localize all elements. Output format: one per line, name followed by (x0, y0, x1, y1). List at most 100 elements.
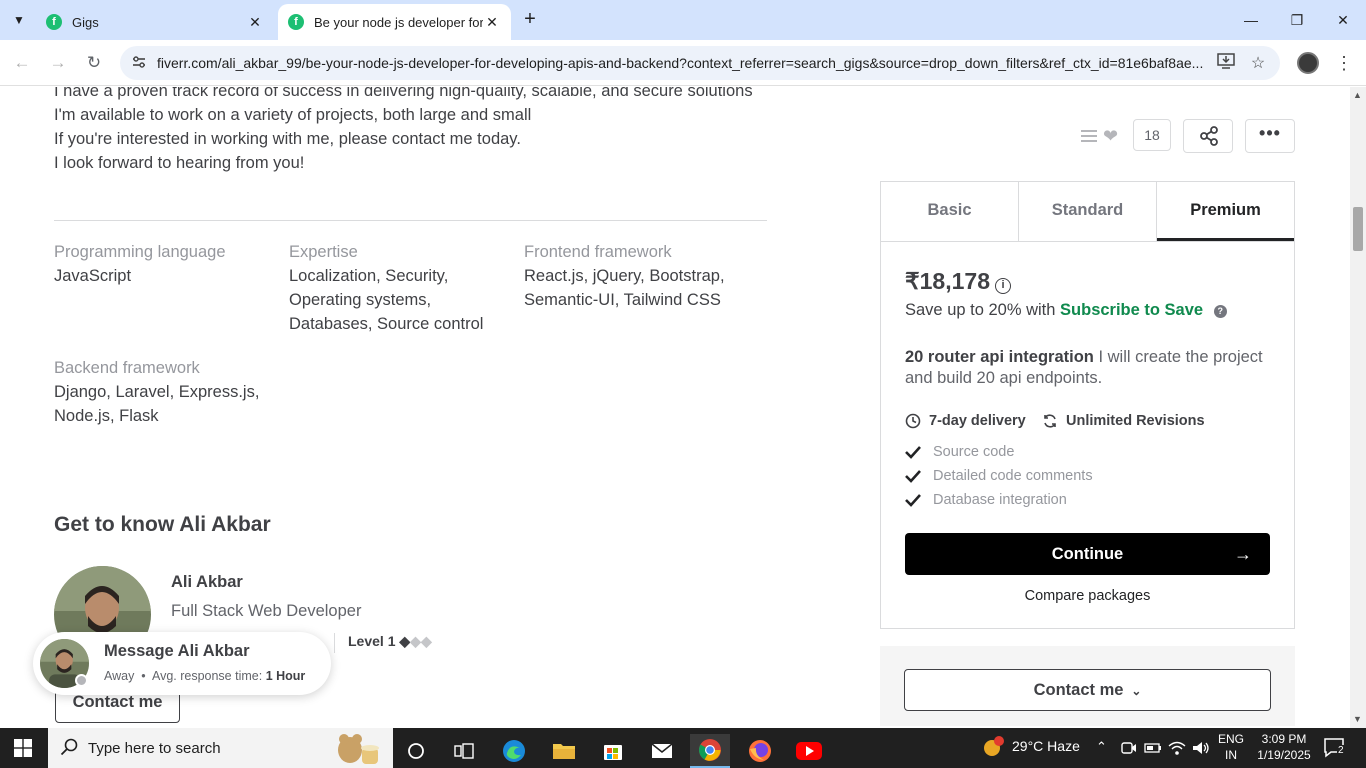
message-title: Message Ali Akbar (104, 642, 250, 660)
away-status-dot (75, 674, 88, 687)
site-settings-icon[interactable] (130, 54, 148, 72)
profile-avatar-icon[interactable] (1297, 52, 1319, 74)
package-tabs: Basic Standard Premium (881, 182, 1294, 242)
message-seller-popup[interactable]: Message Ali Akbar Away • Avg. response t… (33, 632, 331, 695)
bookmark-star-icon[interactable]: ☆ (1247, 53, 1269, 73)
save-count: 18 (1133, 119, 1171, 151)
minimize-icon[interactable]: — (1236, 8, 1266, 32)
subscribe-to-save-link[interactable]: Subscribe to Save (1060, 301, 1203, 319)
file-explorer-icon[interactable] (544, 734, 584, 768)
edge-browser-icon[interactable] (494, 734, 534, 768)
help-icon[interactable]: ? (1213, 305, 1227, 318)
restore-icon[interactable]: ❐ (1282, 8, 1312, 32)
address-bar[interactable]: fiverr.com/ali_akbar_99/be-your-node-js-… (120, 46, 1280, 80)
meta-label: Programming language (54, 243, 226, 261)
clock-icon (905, 413, 921, 429)
revisions: Unlimited Revisions (1042, 413, 1205, 429)
fiverr-favicon-icon: f (288, 14, 304, 30)
firefox-icon[interactable] (740, 734, 780, 768)
contact-me-dropdown-button[interactable]: Contact me ⌄ (904, 669, 1271, 711)
revisions-label: Unlimited Revisions (1066, 413, 1205, 429)
mail-icon[interactable] (642, 734, 682, 768)
weather-text[interactable]: 29°C Haze (1012, 738, 1080, 754)
browser-menu-icon[interactable]: ⋮ (1334, 52, 1354, 74)
windows-start-icon[interactable] (14, 739, 32, 757)
package-description: 20 router api integration I will create … (905, 347, 1265, 389)
level-diamond-icon: ◆ (410, 633, 421, 649)
response-label: Avg. response time: (151, 669, 263, 683)
seller-section-title: Get to know Ali Akbar (54, 513, 271, 536)
url-text[interactable]: fiverr.com/ali_akbar_99/be-your-node-js-… (157, 55, 1207, 71)
windows-taskbar: Type here to search 29°C Haze ⌃ ENG IN 3… (0, 728, 1366, 768)
gig-description: I have a proven track record of success … (54, 87, 766, 175)
wifi-icon[interactable] (1168, 740, 1186, 756)
level-diamond-icon: ◆ (399, 633, 411, 649)
search-placeholder: Type here to search (88, 740, 221, 757)
close-icon[interactable]: ✕ (483, 14, 501, 31)
separator-dot: • (137, 669, 150, 683)
install-app-icon[interactable] (1215, 53, 1237, 73)
reload-icon[interactable]: ↻ (82, 51, 106, 75)
description-line: I'm available to work on a variety of pr… (54, 106, 532, 124)
volume-icon[interactable] (1192, 740, 1210, 756)
battery-icon[interactable] (1144, 740, 1162, 756)
tab-basic[interactable]: Basic (881, 182, 1019, 241)
scroll-down-arrow-icon[interactable]: ▼ (1353, 714, 1362, 724)
tab-title: Be your node js developer for d (314, 14, 483, 30)
cortana-icon[interactable] (396, 734, 436, 768)
description-line: I look forward to hearing from you! (54, 154, 305, 172)
forward-arrow-icon[interactable]: → (46, 51, 70, 75)
task-view-icon[interactable] (444, 734, 484, 768)
taskbar-search[interactable]: Type here to search (48, 728, 393, 768)
heart-icon[interactable]: ❤ (1103, 127, 1118, 145)
language-code: ENG (1217, 732, 1244, 746)
add-to-list-icon[interactable] (1080, 127, 1098, 145)
seller-level: Level 1 ◆◆◆ (348, 633, 432, 650)
tab-search-chevron-icon[interactable]: ▼ (6, 8, 32, 32)
microsoft-store-icon[interactable] (593, 734, 633, 768)
compare-packages-link[interactable]: Compare packages (881, 588, 1294, 604)
back-arrow-icon[interactable]: ← (10, 51, 34, 75)
tab-gigs[interactable]: f Gigs ✕ (36, 4, 274, 40)
chevron-up-icon[interactable]: ⌃ (1096, 739, 1107, 768)
package-price: ₹18,178 (905, 268, 990, 294)
system-clock[interactable]: 3:09 PM 1/19/2025 (1256, 731, 1312, 763)
delivery-label: 7-day delivery (929, 413, 1026, 429)
input-language[interactable]: ENG IN (1214, 731, 1248, 763)
youtube-icon[interactable] (789, 734, 829, 768)
package-card: Basic Standard Premium ₹18,178 i Save up… (880, 181, 1295, 629)
meta-label: Expertise (289, 243, 358, 261)
clock-date: 1/19/2025 (1257, 748, 1311, 762)
delivery-time: 7-day delivery (905, 413, 1026, 429)
browser-tabstrip: ▼ f Gigs ✕ f Be your node js developer f… (0, 0, 1366, 40)
weather-badge-icon[interactable] (982, 736, 1004, 758)
clock-time: 3:09 PM (1261, 732, 1307, 746)
continue-button[interactable]: Continue → (905, 533, 1270, 575)
subscribe-line: Save up to 20% with Subscribe to Save ? (905, 301, 1227, 320)
tab-standard[interactable]: Standard (1019, 182, 1157, 241)
gig-page: I have a proven track record of success … (0, 87, 1350, 728)
chevron-down-icon: ⌄ (1128, 684, 1142, 698)
close-icon[interactable]: ✕ (246, 14, 264, 31)
share-button[interactable] (1183, 119, 1233, 153)
scroll-up-arrow-icon[interactable]: ▲ (1353, 90, 1362, 100)
new-tab-plus-icon[interactable]: + (518, 8, 542, 32)
meet-now-icon[interactable] (1120, 740, 1138, 756)
tab-gig-page[interactable]: f Be your node js developer for d ✕ (278, 4, 511, 40)
window-close-icon[interactable]: ✕ (1328, 8, 1358, 32)
more-options-button[interactable]: ••• (1245, 119, 1295, 153)
search-highlight-icon (338, 734, 379, 764)
check-icon (905, 470, 921, 483)
scrollbar-thumb[interactable] (1353, 207, 1363, 251)
page-scrollbar[interactable]: ▲ ▼ (1350, 87, 1366, 728)
seller-name[interactable]: Ali Akbar (171, 573, 243, 592)
chrome-icon[interactable] (690, 734, 730, 768)
info-icon[interactable]: i (995, 278, 1011, 294)
notification-center-icon[interactable]: 2 (1323, 737, 1347, 759)
check-icon (905, 446, 921, 459)
tab-premium[interactable]: Premium (1157, 182, 1294, 241)
response-value: 1 Hour (265, 669, 306, 683)
status-text: Away (104, 669, 135, 683)
tab-title: Gigs (72, 14, 99, 30)
contact-label: Contact me (1033, 681, 1124, 699)
